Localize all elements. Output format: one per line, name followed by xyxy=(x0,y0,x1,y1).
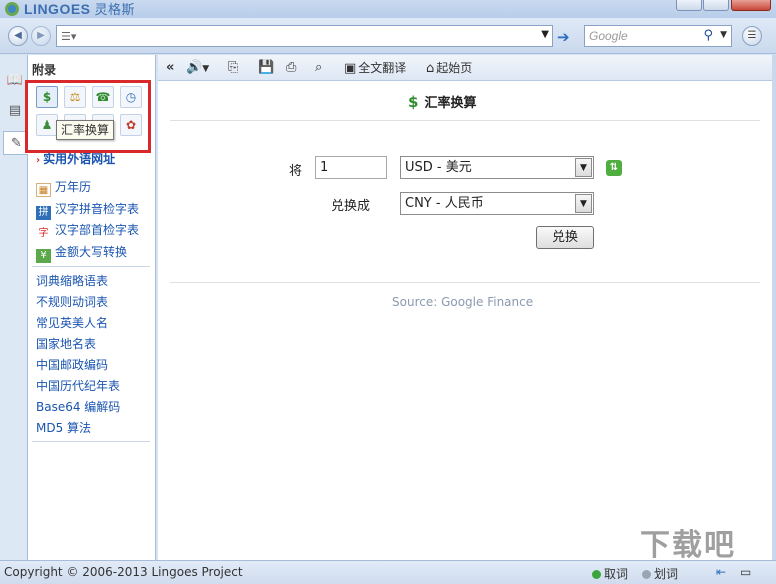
highlight-box xyxy=(25,80,151,153)
book-icon: 📖 xyxy=(6,73,24,88)
dictionary-tab[interactable]: 📖 xyxy=(4,69,26,93)
link-md5[interactable]: MD5 算法 xyxy=(36,419,91,436)
link-pinyin-index[interactable]: 拼汉字拼音检字表 xyxy=(36,200,139,220)
search-icon[interactable]: ⚲ xyxy=(703,28,713,43)
minimize-button[interactable] xyxy=(676,0,702,11)
app-name-cn: 灵格斯 xyxy=(94,3,136,18)
link-irregular-verbs[interactable]: 不规则动词表 xyxy=(36,293,108,310)
lingoes-logo-icon xyxy=(5,2,19,16)
title-bar: LINGOES 灵格斯 xyxy=(0,0,776,18)
to-label: 兑换成 xyxy=(331,199,371,214)
link-country-names[interactable]: 国家地名表 xyxy=(36,335,96,352)
copy-icon[interactable]: ⎘ xyxy=(228,59,238,77)
link-abbreviations[interactable]: 词典缩略语表 xyxy=(36,272,108,289)
collapse-icon[interactable]: « xyxy=(166,59,174,77)
search-input[interactable]: Google ⚲ ▼ xyxy=(584,25,732,47)
divider xyxy=(32,266,150,267)
home-icon: ⌂ xyxy=(426,61,435,76)
maximize-button[interactable] xyxy=(703,0,729,11)
link-radical-index[interactable]: 字汉字部首检字表 xyxy=(36,221,140,241)
full-translate-button[interactable]: ▣ 全文翻译 xyxy=(344,59,406,77)
pinyin-icon: 拼 xyxy=(36,206,51,220)
list-icon: ☰▾ xyxy=(61,30,77,43)
link-chinese-dynasties[interactable]: 中国历代纪年表 xyxy=(36,377,120,394)
index-icon: ▤ xyxy=(8,103,22,118)
chevron-down-icon[interactable]: ▼ xyxy=(541,29,549,40)
divider xyxy=(170,120,760,121)
from-currency-value: USD - 美元 xyxy=(405,160,472,175)
money-icon: ¥ xyxy=(36,249,51,263)
menu-icon: ☰ xyxy=(747,30,757,41)
chevron-down-icon[interactable]: ▼ xyxy=(720,30,727,40)
tooltip: 汇率换算 xyxy=(56,120,115,140)
amount-input[interactable]: 1 xyxy=(315,156,387,179)
main-content: « 🔊▼ ⎘ 💾 ⎙ ⌕ ▣ 全文翻译 ⌂ 起始页 $ 汇率换算 将 1 USD - … xyxy=(158,55,772,560)
copyright-text: Copyright © 2006-2013 Lingoes Project xyxy=(4,565,243,579)
link-english-names[interactable]: 常见英美人名 xyxy=(36,314,108,331)
calendar-icon: ▦ xyxy=(36,183,51,197)
content-toolbar: « 🔊▼ ⎘ 💾 ⎙ ⌕ ▣ 全文翻译 ⌂ 起始页 xyxy=(158,55,772,81)
address-input[interactable]: ☰▾ ▼ xyxy=(56,25,553,47)
arrow-right-icon: ▶ xyxy=(37,30,45,41)
find-icon[interactable]: ⌕ xyxy=(315,59,322,77)
link-postal-codes[interactable]: 中国邮政编码 xyxy=(36,356,108,373)
speaker-icon[interactable]: 🔊▼ xyxy=(186,59,209,77)
home-button[interactable]: ⌂ 起始页 xyxy=(426,59,472,77)
side-tab-strip: 📖 ▤ ✎ xyxy=(0,55,29,560)
index-tab[interactable]: ▤ xyxy=(4,99,26,123)
link-base64[interactable]: Base64 编解码 xyxy=(36,398,120,415)
forward-button[interactable]: ▶ xyxy=(31,26,51,46)
pick-word-toggle[interactable]: 取词 xyxy=(592,565,628,582)
arrow-left-icon: ◀ xyxy=(14,30,22,41)
translate-icon: ▣ xyxy=(344,61,357,76)
source-text: Source: Google Finance xyxy=(392,295,534,309)
link-amount-capital[interactable]: ¥ 金额大写转换 xyxy=(36,243,127,263)
appendix-icon: ✎ xyxy=(11,136,22,151)
print-icon[interactable]: ⎙ xyxy=(286,59,296,77)
app-title: LINGOES 灵格斯 xyxy=(24,0,135,18)
from-label: 将 xyxy=(289,164,303,179)
from-currency-select[interactable]: USD - 美元 ▼ xyxy=(400,156,594,179)
main-menu-button[interactable]: ☰ xyxy=(742,26,762,46)
convert-button[interactable]: 兑换 xyxy=(536,226,594,249)
search-placeholder: Google xyxy=(589,29,628,43)
link-perpetual-calendar[interactable]: ▦ 万年历 xyxy=(36,178,91,197)
divider xyxy=(170,282,760,283)
page-title: $ 汇率换算 xyxy=(408,93,477,111)
currency-icon: $ xyxy=(408,93,419,111)
radical-icon: 字 xyxy=(38,228,49,239)
swap-icon[interactable]: ⇅ xyxy=(606,160,622,176)
save-icon[interactable]: 💾 xyxy=(258,59,274,77)
chevron-down-icon[interactable]: ▼ xyxy=(575,158,592,177)
watermark: 下载吧 xyxy=(640,528,736,563)
app-name: LINGOES xyxy=(24,1,91,17)
status-dot-icon xyxy=(592,570,601,579)
divider xyxy=(32,441,150,442)
back-button[interactable]: ◀ xyxy=(8,26,28,46)
right-border xyxy=(772,55,776,560)
go-arrow-icon[interactable]: ➔ xyxy=(557,28,570,46)
panel-title: 附录 xyxy=(32,63,57,77)
chevron-down-icon[interactable]: ▼ xyxy=(575,194,592,213)
to-currency-select[interactable]: CNY - 人民币 ▼ xyxy=(400,192,594,215)
to-currency-value: CNY - 人民币 xyxy=(405,196,484,211)
navigation-bar: ◀ ▶ ☰▾ ▼ ➔ Google ⚲ ▼ ☰ xyxy=(0,18,776,54)
close-button[interactable] xyxy=(731,0,771,11)
